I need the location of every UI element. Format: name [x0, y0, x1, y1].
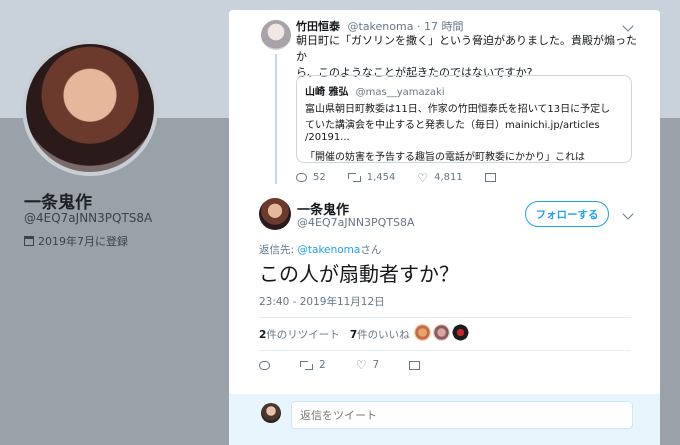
envelope-icon — [409, 360, 421, 370]
liker-avatars — [414, 324, 469, 341]
heart-icon: ♡ — [417, 170, 429, 185]
reply-button[interactable]: 52 — [296, 172, 326, 183]
profile-joined-text: 2019年7月に登録 — [38, 235, 128, 248]
main-tweet-avatar[interactable] — [259, 198, 291, 230]
retweet-stat[interactable]: 2件のリツイート — [259, 327, 340, 342]
dm-button[interactable] — [409, 360, 421, 370]
parent-tweet-handle[interactable]: @takenoma — [348, 20, 414, 33]
main-tweet-actions: 2 ♡ 7 — [259, 359, 450, 371]
quoted-tweet-line3: /20191... — [305, 132, 350, 143]
thread-line — [275, 54, 277, 184]
reply-icon — [296, 173, 307, 182]
reply-to-prefix: 返信先: — [259, 244, 295, 256]
quoted-tweet-header: 山崎 雅弘 @mas__yamazaki — [305, 83, 445, 98]
reply-button[interactable] — [259, 360, 270, 370]
parent-tweet-text-line1: 朝日町に「ガソリンを撒く」という脅迫がありました。貴殿が煽ったか — [296, 34, 637, 63]
user-avatar — [261, 403, 281, 423]
quoted-tweet-author: 山崎 雅弘 — [305, 87, 349, 98]
reply-to-link[interactable]: @takenoma — [297, 244, 360, 256]
calendar-icon — [24, 236, 34, 246]
retweet-stat-label: 件のリツイート — [266, 329, 340, 341]
reply-input[interactable] — [291, 401, 633, 429]
retweet-button[interactable]: 1,454 — [347, 172, 396, 183]
reply-count: 52 — [313, 172, 326, 183]
parent-tweet-actions: 52 1,454 ♡ 4,811 — [296, 170, 518, 185]
chevron-down-icon[interactable] — [622, 208, 634, 220]
profile-name: 一条鬼作 — [24, 193, 92, 213]
heart-icon: ♡ — [355, 358, 367, 372]
dm-button[interactable] — [484, 173, 496, 182]
like-button[interactable]: ♡ 4,811 — [417, 170, 463, 185]
main-tweet-text: この人が扇動者すか？ — [259, 262, 459, 286]
like-stat-label: 件のいいね — [357, 329, 410, 341]
chevron-down-icon[interactable] — [622, 20, 634, 32]
profile-handle: @4EQ7aJNN3PQTS8A — [24, 211, 153, 225]
profile-joined: 2019年7月に登録 — [24, 233, 128, 249]
retweet-icon — [347, 173, 361, 182]
divider — [259, 317, 631, 318]
tweet-modal: 竹田恒泰 @takenoma · 17 時間 朝日町に「ガソリンを撒く」という脅… — [229, 10, 660, 445]
profile-avatar — [22, 40, 158, 176]
like-button[interactable]: ♡ 7 — [356, 359, 379, 371]
parent-tweet-header: 竹田恒泰 @takenoma · 17 時間 — [296, 18, 463, 34]
retweet-button[interactable]: 2 — [300, 359, 326, 371]
main-tweet-timestamp[interactable]: 23:40 - 2019年11月12日 — [259, 294, 385, 309]
retweet-icon — [300, 360, 313, 370]
reply-to-line: 返信先: @takenomaさん — [259, 242, 381, 257]
reply-to-suffix: さん — [360, 244, 382, 256]
parent-tweet-avatar[interactable] — [261, 20, 291, 50]
follow-button[interactable]: フォローする — [525, 201, 609, 227]
like-stat[interactable]: 7件のいいね — [350, 327, 410, 342]
like-count: 4,811 — [434, 172, 463, 183]
quoted-tweet-handle: @mas__yamazaki — [355, 87, 445, 98]
retweet-count: 1,454 — [366, 172, 396, 183]
reply-icon — [259, 360, 270, 370]
main-tweet-handle[interactable]: @4EQ7aJNN3PQTS8A — [297, 216, 415, 229]
liker-avatar[interactable] — [452, 324, 469, 341]
envelope-icon — [484, 173, 496, 182]
divider — [259, 350, 631, 351]
retweet-count: 2 — [319, 359, 326, 371]
tweet-stats: 2件のリツイート 7件のいいね — [259, 327, 410, 342]
parent-tweet-text: 朝日町に「ガソリンを撒く」という脅迫がありました。貴殿が煽ったか ら、このような… — [296, 33, 641, 81]
liker-avatar[interactable] — [414, 324, 431, 341]
parent-tweet-time[interactable]: · 17 時間 — [417, 20, 464, 33]
liker-avatar[interactable] — [433, 324, 450, 341]
quoted-tweet-line1: 富山県朝日町教委は11日、作家の竹田恒泰氏を招いて13日に予定し — [305, 104, 611, 115]
like-count: 7 — [372, 359, 380, 371]
quoted-tweet-line2: ていた講演会を中止すると発表した（毎日）mainichi.jp/articles — [305, 120, 600, 131]
parent-tweet-author[interactable]: 竹田恒泰 — [296, 20, 340, 33]
quoted-tweet-line4: 「開催の妨害を予告する趣旨の電話が町教委にかかり」これは — [305, 152, 585, 163]
quoted-tweet-card[interactable]: 山崎 雅弘 @mas__yamazaki 富山県朝日町教委は11日、作家の竹田恒… — [296, 75, 632, 163]
